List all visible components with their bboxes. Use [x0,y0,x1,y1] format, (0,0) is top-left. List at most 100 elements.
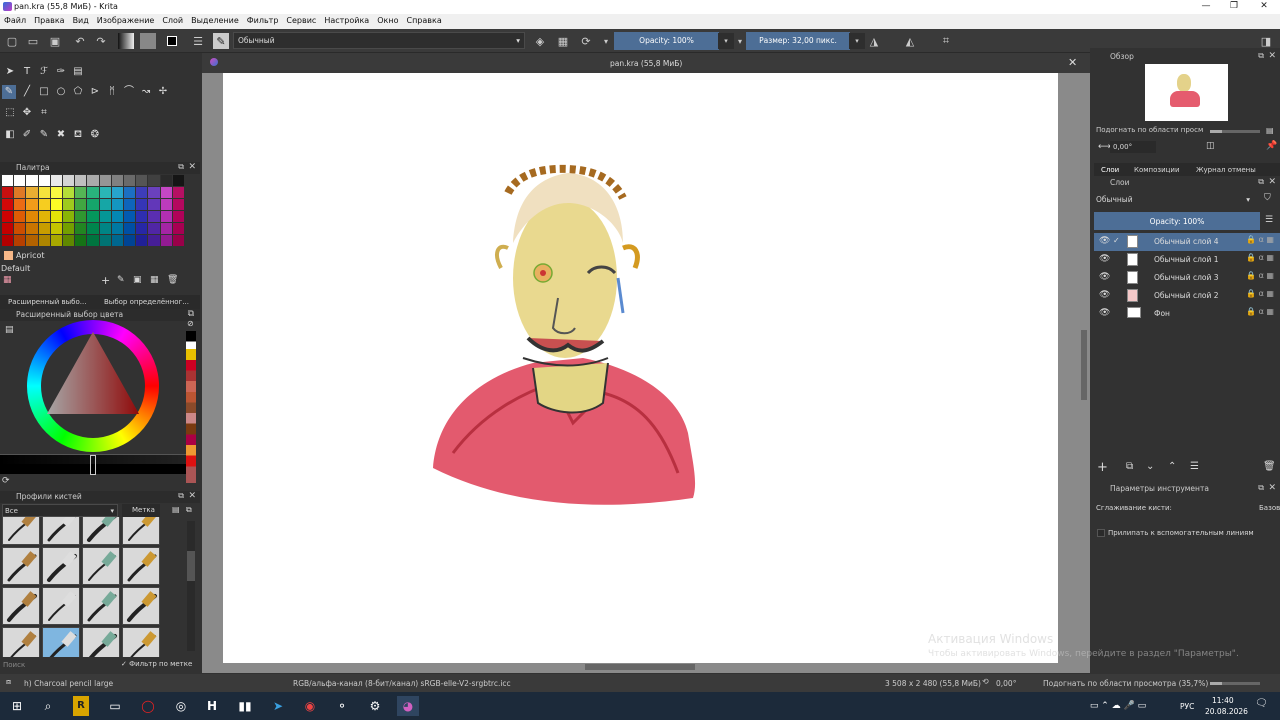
add-layer-icon[interactable]: + [1097,460,1108,475]
ellipse-tool-icon[interactable]: ○ [54,85,68,99]
layer-lock-icons[interactable]: 🔒 α ▦ [1246,289,1274,298]
float-icon[interactable]: ⧉ [178,491,184,501]
close-button[interactable]: ✕ [1250,1,1278,11]
windows-start-icon[interactable]: ⊞ [6,696,28,716]
palette-grid[interactable] [2,175,186,250]
palette-swatch[interactable] [160,235,172,246]
brush-preset[interactable] [2,547,40,585]
close-icon[interactable]: ✕ [188,491,196,501]
canvas-vscrollbar[interactable] [1081,330,1087,400]
float-icon[interactable]: ⧉ [1258,177,1264,187]
float-icon[interactable]: ⧉ [1258,483,1264,493]
palette-swatch[interactable] [99,223,111,234]
telegram-icon[interactable]: ➤ [267,696,289,716]
palette-swatch[interactable] [63,187,75,198]
delete-layer-icon[interactable]: 🗑 [1263,461,1276,472]
palette-swatch[interactable] [172,235,184,246]
palette-swatch[interactable] [26,187,38,198]
visibility-icon[interactable]: 👁 [1099,254,1110,264]
fg-bg-color-icon[interactable] [164,33,180,49]
palette-swatch[interactable] [14,187,26,198]
add-swatch-icon[interactable]: + [101,274,110,287]
layer-row-4[interactable]: 👁 ✓ Обычный слой 4 🔒 α ▦ [1094,233,1280,251]
app-circle-icon[interactable]: ◎ [170,696,192,716]
visibility-icon[interactable]: 👁 [1099,290,1110,300]
palette-swatch[interactable] [75,175,87,186]
layer-row-1[interactable]: 👁 Обычный слой 1 🔒 α ▦ [1094,251,1280,269]
brush-preset[interactable] [2,517,40,545]
palette-swatch[interactable] [26,175,38,186]
app-window-icon[interactable]: ▭ [104,696,126,716]
palette-swatch[interactable] [124,211,136,222]
palette-swatch[interactable] [50,223,62,234]
palette-swatch[interactable] [2,235,14,246]
palette-swatch[interactable] [124,235,136,246]
palette-swatch[interactable] [172,211,184,222]
dropdown-icon[interactable]: ▾ [598,33,614,49]
float-icon[interactable]: ⧉ [188,309,194,319]
color-space[interactable]: RGB/альфа-канал (8-бит/канал) sRGB-elle-… [293,679,511,688]
clock-time[interactable]: 11:40 [1212,696,1234,705]
palette-swatch[interactable] [160,175,172,186]
minimize-button[interactable]: — [1192,1,1220,11]
calligraphy-icon[interactable]: ℱ [37,65,51,79]
smoothing-select[interactable]: Базов [1259,504,1280,512]
palette-swatch[interactable] [14,211,26,222]
blend-mode-select[interactable]: Обычный ▾ [233,32,525,49]
palette-swatch[interactable] [111,187,123,198]
palette-swatch[interactable] [38,235,50,246]
maximize-button[interactable]: ❐ [1220,1,1248,11]
palette-swatch[interactable] [99,199,111,210]
menu-layer[interactable]: Слой [158,14,187,25]
palette-swatch[interactable] [26,211,38,222]
palette-swatch[interactable] [160,223,172,234]
rectangle-tool-icon[interactable]: □ [37,85,51,99]
color-picker-icon[interactable]: ✐ [20,128,34,142]
palette-swatch[interactable] [14,175,26,186]
freehand-brush-icon[interactable]: ✎ [2,85,16,99]
palette-swatch[interactable] [136,175,148,186]
rotation-field[interactable]: 0,00° [1110,141,1156,153]
palette-grid-icon[interactable]: ▦ [3,275,12,285]
close-icon[interactable]: ✕ [1268,177,1276,187]
audio-app-icon[interactable]: ▮▮ [234,696,256,716]
app-h-icon[interactable]: H [201,696,223,716]
zoom-status[interactable]: Подогнать по области просмотра (35,7%) [1043,679,1208,688]
palette-swatch[interactable] [63,199,75,210]
palette-swatch[interactable] [87,175,99,186]
close-icon[interactable]: ✕ [1268,483,1276,493]
redo-icon[interactable]: ↷ [93,33,109,49]
palette-swatch[interactable] [75,187,87,198]
panel-toggle-icon[interactable]: ◨ [1258,33,1274,49]
tag-button[interactable]: Метка [122,504,160,517]
tab-compositions[interactable]: Композиции [1134,166,1180,174]
palette-swatch[interactable] [38,199,50,210]
mirror-vertical-icon[interactable]: ◭ [902,33,918,49]
mirror-view-icon[interactable]: ◫ [1206,141,1215,151]
layer-options-icon[interactable]: ☰ [1265,215,1273,225]
palette-swatch[interactable] [26,199,38,210]
brush-preset[interactable] [42,627,80,657]
filter-by-tag-checkbox[interactable]: ✓ Фильтр по метке [121,660,192,668]
palette-swatch[interactable] [26,235,38,246]
app-dot-icon[interactable]: ⚬ [331,696,353,716]
multibrush-icon[interactable]: ✢ [156,85,170,99]
gradient-icon[interactable] [118,33,134,49]
palette-swatch[interactable] [87,223,99,234]
brush-scrollbar[interactable] [187,521,195,651]
palette-swatch[interactable] [63,235,75,246]
app-r-icon[interactable]: R [73,696,89,716]
palette-swatch[interactable] [99,235,111,246]
layer-lock-icons[interactable]: 🔒 α ▦ [1246,235,1274,244]
color-wheel[interactable] [27,320,159,452]
menu-image[interactable]: Изображение [93,14,159,25]
brush-preset[interactable] [122,587,160,625]
gradient-tool-icon[interactable]: ◧ [3,128,17,142]
brush-preset[interactable] [42,547,80,585]
brush-preset[interactable] [122,627,160,657]
save-icon[interactable]: ▣ [47,33,63,49]
palette-swatch[interactable] [63,223,75,234]
tab-advanced-color[interactable]: Расширенный выбо... [8,298,86,306]
palette-swatch[interactable] [87,199,99,210]
new-document-icon[interactable]: ▢ [4,33,20,49]
